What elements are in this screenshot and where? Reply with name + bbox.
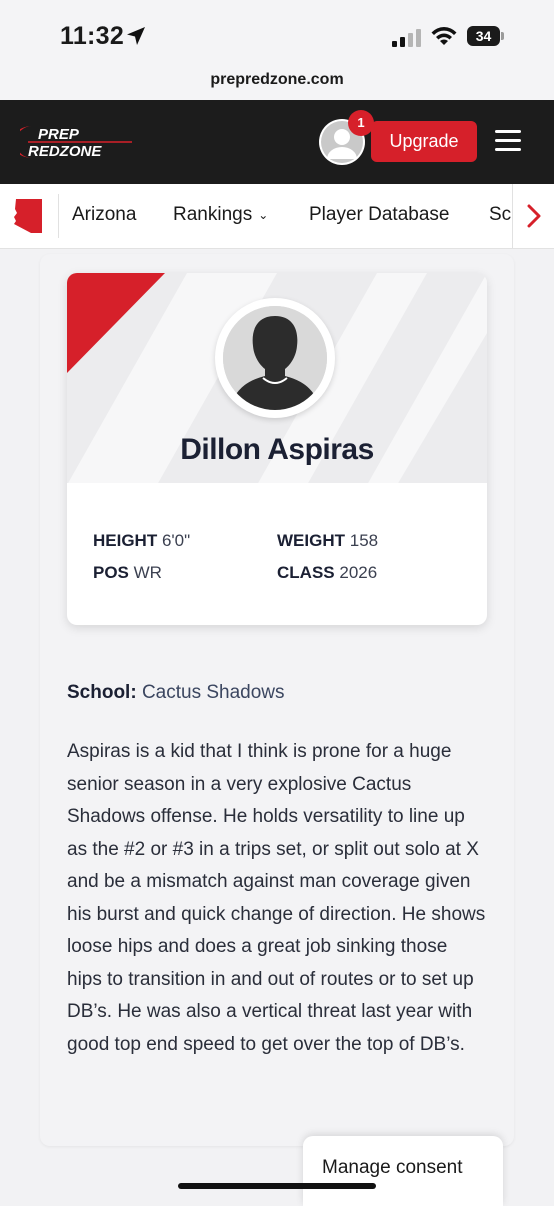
logo-top-text: PREP (38, 126, 80, 143)
manage-consent-label: Manage consent (322, 1157, 463, 1178)
home-indicator[interactable] (178, 1183, 376, 1189)
address-bar[interactable]: prepredzone.com (0, 62, 554, 100)
nav-item-player-database[interactable]: Player Database (309, 184, 449, 248)
battery-indicator: 34 (467, 26, 505, 46)
school-value: Cactus Shadows (141, 682, 285, 703)
player-evaluation-text: Aspiras is a kid that I think is prone f… (67, 741, 486, 1055)
nav-item-rankings-label: Rankings (173, 204, 253, 226)
arizona-state-icon[interactable] (12, 197, 46, 235)
player-card: Dillon Aspiras HEIGHT 6'0" WEIGHT 158 PO… (67, 273, 487, 625)
chevron-right-icon (527, 204, 541, 228)
stat-position: POS WR (93, 563, 162, 582)
sub-navigation: Arizona Rankings ⌄ Player Database Sc (0, 184, 554, 249)
location-arrow-icon (127, 27, 145, 45)
status-bar: 11:32 34 (0, 0, 554, 62)
chevron-down-icon: ⌄ (258, 208, 269, 222)
player-headshot (215, 298, 335, 418)
player-silhouette-icon (223, 306, 327, 410)
url-text: prepredzone.com (210, 71, 344, 88)
logo-bottom-text: REDZONE (28, 143, 102, 160)
school-label: School: (67, 682, 137, 703)
hamburger-menu-icon[interactable] (495, 130, 521, 152)
upgrade-button[interactable]: Upgrade (371, 121, 477, 162)
stat-weight: WEIGHT 158 (277, 531, 379, 550)
subnav-scroll-right-button[interactable] (512, 184, 554, 248)
status-time: 11:32 (60, 22, 125, 50)
manage-consent-button[interactable]: Manage consent (303, 1136, 503, 1206)
school-info: School: Cactus Shadows (67, 682, 285, 704)
player-name: Dillon Aspiras (180, 433, 374, 466)
wifi-icon (431, 27, 457, 45)
battery-level: 34 (467, 26, 500, 46)
stat-class: CLASS 2026 (277, 563, 378, 582)
nav-item-arizona[interactable]: Arizona (72, 184, 136, 248)
nav-item-rankings[interactable]: Rankings ⌄ (173, 184, 268, 248)
nav-item-partial[interactable]: Sc (489, 184, 511, 248)
stat-height: HEIGHT 6'0" (93, 531, 191, 550)
prep-redzone-logo[interactable]: PREP REDZONE (20, 122, 140, 162)
cellular-signal-icon (392, 29, 421, 47)
